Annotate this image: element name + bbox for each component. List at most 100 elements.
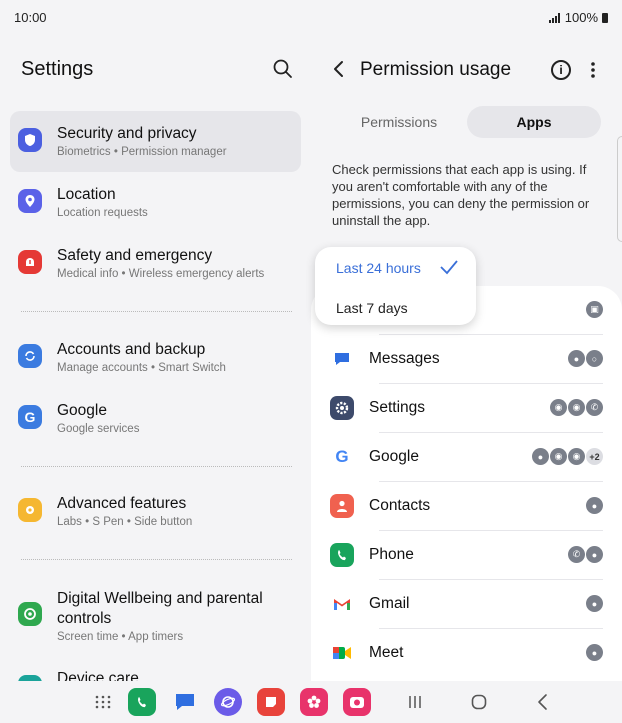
contacts-permission-icon: ● (586, 595, 603, 612)
phone-permission-icon: ✆ (586, 399, 603, 416)
sync-icon (18, 344, 42, 368)
shield-icon (18, 128, 42, 152)
location-permission-icon: ◉ (568, 448, 585, 465)
permission-icons: ▣ (586, 301, 603, 318)
option-last-24-hours[interactable]: Last 24 hours (336, 260, 421, 276)
list-item[interactable]: G Google ● ◉ ◉ +2 (321, 433, 613, 482)
settings-item-title: Safety and emergency (57, 247, 213, 264)
settings-item-device-care[interactable]: Device care (10, 663, 301, 681)
list-item[interactable]: Meet ● (321, 629, 613, 678)
checkmark-icon (440, 260, 458, 275)
back-arrow-icon[interactable] (331, 58, 347, 80)
messages-app-icon[interactable] (171, 688, 199, 716)
contacts-icon (330, 494, 354, 518)
info-icon[interactable]: i (551, 60, 571, 80)
google-icon: G (18, 405, 42, 429)
camera-app-icon[interactable] (343, 688, 371, 716)
section-divider (21, 466, 292, 467)
description-text: Check permissions that each app is using… (332, 162, 590, 228)
permission-usage-pane: Permission usage i Permissions Apps Chec… (311, 36, 622, 681)
back-icon[interactable] (533, 692, 553, 712)
alert-icon (18, 250, 42, 274)
tab-permissions[interactable]: Permissions (332, 106, 466, 138)
contacts-permission-icon: ● (532, 448, 549, 465)
section-divider (21, 559, 292, 560)
edge-panel-handle[interactable] (617, 136, 622, 242)
list-item[interactable]: Phone ✆ ● (321, 531, 613, 580)
call-log-permission-icon: ✆ (568, 546, 585, 563)
contacts-permission-icon: ● (586, 546, 603, 563)
settings-item-title: Accounts and backup (57, 341, 206, 358)
wellbeing-icon (18, 602, 42, 626)
permission-icons: ● (586, 497, 603, 514)
signal-icon (548, 12, 561, 23)
google-icon: G (335, 447, 349, 466)
settings-item-subtitle: Biometrics • Permission manager (57, 146, 227, 158)
battery-icon (602, 12, 608, 23)
settings-pane: Settings Security and privacy Biometrics… (0, 36, 311, 681)
contacts-permission-icon: ● (586, 644, 603, 661)
permission-icons: ● (586, 595, 603, 612)
list-item[interactable]: Contacts ● (321, 482, 613, 531)
permission-icons: ✆ ● (568, 546, 603, 563)
settings-item-google[interactable]: G Google Google services (10, 388, 301, 449)
settings-item-title: Device care (57, 670, 139, 681)
more-options-icon[interactable] (587, 60, 599, 80)
settings-item-location[interactable]: Location Location requests (10, 172, 301, 233)
tab-apps[interactable]: Apps (467, 106, 601, 138)
home-icon[interactable] (469, 692, 489, 712)
taskbar (0, 681, 622, 723)
contacts-permission-icon: ● (586, 497, 603, 514)
permission-icons: ● ◉ ◉ +2 (532, 448, 603, 465)
location-permission-icon: ◉ (568, 399, 585, 416)
settings-item-title: Google (57, 402, 107, 419)
app-name: Contacts (369, 497, 431, 514)
app-name: Settings (369, 399, 426, 416)
location-permission-icon: ◉ (550, 448, 567, 465)
notes-app-icon[interactable] (257, 688, 285, 716)
permission-icons: ◉ ◉ ✆ (550, 399, 603, 416)
app-name: Messages (369, 350, 440, 367)
settings-item-security[interactable]: Security and privacy Biometrics • Permis… (10, 111, 301, 172)
list-item[interactable]: Settings ◉ ◉ ✆ (321, 384, 613, 433)
settings-item-title: Digital Wellbeing and parental controls (57, 590, 263, 627)
recents-icon[interactable] (405, 692, 425, 712)
search-icon[interactable] (272, 58, 294, 80)
phone-app-icon[interactable] (128, 688, 156, 716)
settings-item-title: Location (57, 186, 116, 203)
gallery-app-icon[interactable] (300, 688, 328, 716)
settings-item-safety[interactable]: Safety and emergency Medical info • Wire… (10, 233, 301, 294)
page-title: Settings (21, 58, 94, 80)
status-time: 10:00 (14, 10, 47, 25)
app-list: ▣ Messages ● ○ Settings ◉ ◉ ✆ G Google ●… (311, 286, 622, 681)
phone-icon (330, 543, 354, 567)
page-title: Permission usage (360, 59, 512, 80)
sms-permission-icon: ○ (586, 350, 603, 367)
list-item[interactable]: Gmail ● (321, 580, 613, 629)
internet-app-icon[interactable] (214, 688, 242, 716)
time-range-dropdown[interactable]: Last 24 hours Last 7 days (315, 247, 476, 325)
camera-permission-icon: ▣ (586, 301, 603, 318)
settings-item-subtitle: Manage accounts • Smart Switch (57, 362, 226, 374)
app-drawer-icon[interactable] (95, 694, 111, 710)
app-name: Phone (369, 546, 414, 563)
settings-item-subtitle: Google services (57, 423, 140, 435)
settings-item-subtitle: Screen time • App timers (57, 631, 184, 643)
settings-item-subtitle: Labs • S Pen • Side button (57, 516, 193, 528)
permission-icons: ● ○ (568, 350, 603, 367)
location-pin-icon (18, 189, 42, 213)
settings-gear-icon (330, 396, 354, 420)
gmail-icon (330, 592, 354, 616)
settings-item-subtitle: Location requests (57, 207, 148, 219)
settings-item-title: Advanced features (57, 495, 187, 512)
more-permissions-badge: +2 (586, 448, 603, 465)
list-item[interactable]: Messages ● ○ (321, 335, 613, 384)
settings-item-advanced[interactable]: Advanced features Labs • S Pen • Side bu… (10, 481, 301, 542)
battery-percent: 100% (564, 10, 598, 25)
meet-icon (330, 641, 354, 665)
option-last-7-days[interactable]: Last 7 days (336, 300, 408, 316)
section-divider (21, 311, 292, 312)
settings-item-accounts[interactable]: Accounts and backup Manage accounts • Sm… (10, 327, 301, 388)
settings-item-wellbeing[interactable]: Digital Wellbeing and parental controls … (10, 575, 301, 655)
star-gear-icon (18, 498, 42, 522)
